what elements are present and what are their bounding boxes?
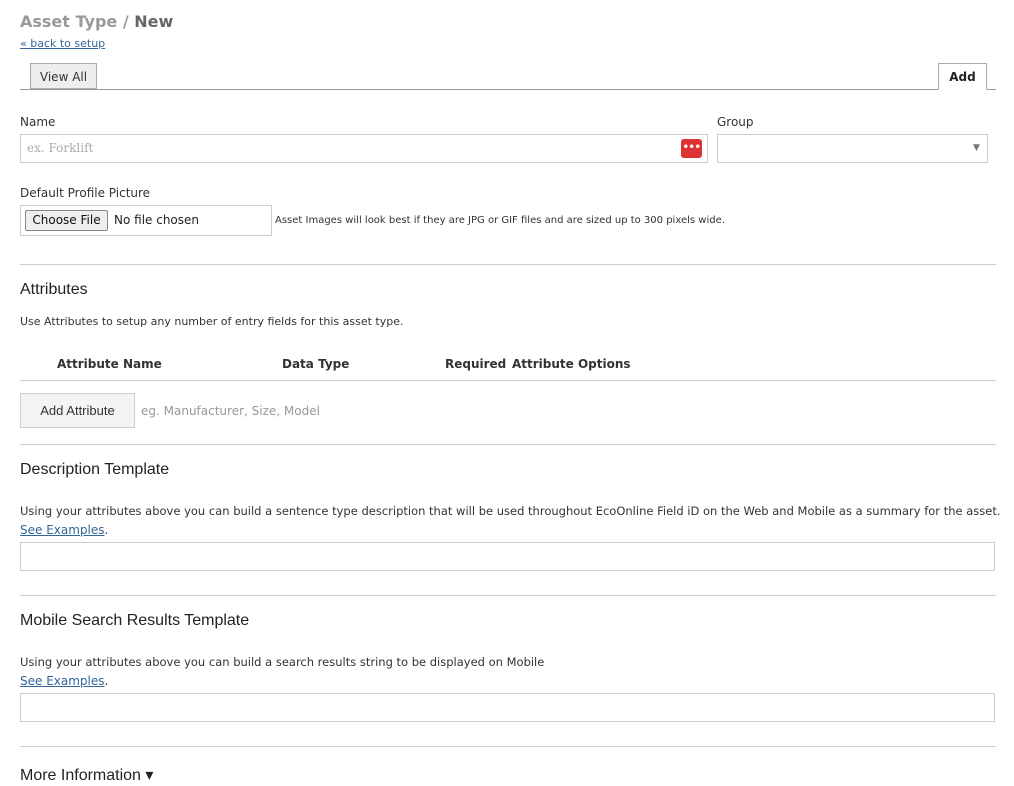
attributes-heading: Attributes bbox=[20, 281, 88, 298]
divider bbox=[20, 444, 996, 445]
mobile-template-text: Using your attributes above you can buil… bbox=[20, 655, 545, 669]
description-template-heading: Description Template bbox=[20, 461, 170, 478]
title-current: New bbox=[134, 12, 174, 31]
tab-view-all[interactable]: View All bbox=[30, 63, 97, 89]
column-data-type: Data Type bbox=[282, 357, 350, 371]
picture-hint: Asset Images will look best if they are … bbox=[275, 215, 725, 226]
chevron-down-icon: ▼ bbox=[973, 143, 980, 153]
table-header-divider bbox=[20, 380, 996, 381]
add-attribute-hint: eg. Manufacturer, Size, Model bbox=[141, 404, 320, 418]
column-required: Required bbox=[445, 357, 507, 371]
tab-add[interactable]: Add bbox=[938, 63, 987, 90]
title-prefix: Asset Type / bbox=[20, 12, 129, 31]
mobile-template-heading: Mobile Search Results Template bbox=[20, 612, 250, 629]
description-template-text: Using your attributes above you can buil… bbox=[20, 504, 1001, 518]
period: . bbox=[104, 674, 109, 688]
period: . bbox=[104, 523, 109, 537]
page-title: Asset Type / New bbox=[20, 12, 173, 31]
back-to-setup-link[interactable]: « back to setup bbox=[20, 37, 105, 50]
tabs-divider bbox=[20, 89, 996, 90]
description-see-examples: See Examples. bbox=[20, 523, 108, 537]
attributes-description: Use Attributes to setup any number of en… bbox=[20, 315, 404, 328]
column-attribute-options: Attribute Options bbox=[512, 357, 631, 371]
column-attribute-name: Attribute Name bbox=[57, 357, 162, 371]
divider bbox=[20, 264, 996, 265]
password-manager-icon[interactable]: ••• bbox=[681, 139, 702, 158]
name-label: Name bbox=[20, 115, 56, 129]
description-template-input[interactable] bbox=[20, 542, 995, 571]
group-label: Group bbox=[717, 115, 754, 129]
divider bbox=[20, 746, 996, 747]
divider bbox=[20, 595, 996, 596]
mobile-see-examples: See Examples. bbox=[20, 674, 108, 688]
see-examples-link[interactable]: See Examples bbox=[20, 523, 105, 537]
name-input[interactable]: ex. Forklift bbox=[20, 134, 708, 163]
see-examples-link[interactable]: See Examples bbox=[20, 674, 105, 688]
add-attribute-button[interactable]: Add Attribute bbox=[20, 393, 135, 428]
more-information-toggle[interactable]: More Information ▾ bbox=[20, 765, 153, 785]
group-select[interactable] bbox=[717, 134, 988, 163]
choose-file-button[interactable]: Choose File bbox=[25, 210, 108, 231]
no-file-text: No file chosen bbox=[114, 213, 200, 227]
mobile-template-input[interactable] bbox=[20, 693, 995, 722]
picture-label: Default Profile Picture bbox=[20, 186, 151, 200]
